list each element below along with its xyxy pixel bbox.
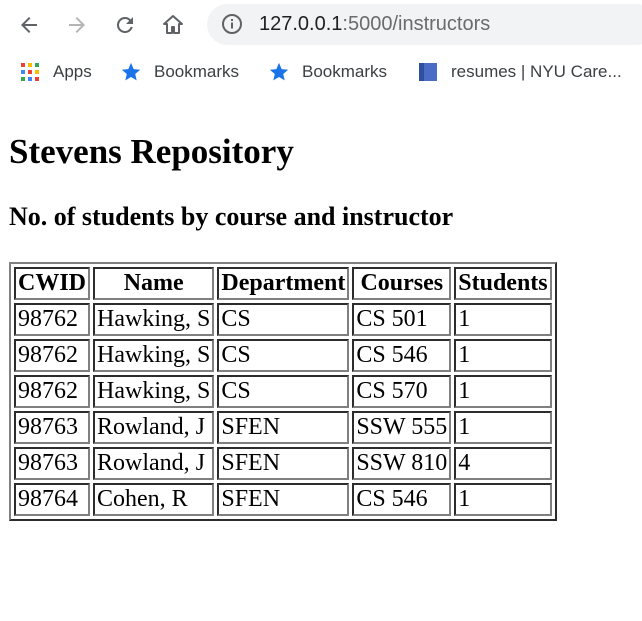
- instructors-table: CWID Name Department Courses Students 98…: [9, 262, 557, 521]
- table-cell: CS 570: [352, 375, 452, 408]
- table-row: 98762 Hawking, S CS CS 501 1: [14, 303, 552, 336]
- bookmark-folder-1[interactable]: Bookmarks: [120, 60, 239, 84]
- home-icon: [163, 15, 183, 34]
- page-content: Stevens Repository No. of students by co…: [9, 128, 453, 231]
- bookmarks-bar: Apps Bookmarks Bookmarks resumes | NYU C…: [0, 52, 642, 92]
- page-title: Stevens Repository: [9, 132, 294, 171]
- table-cell: Hawking, S: [93, 375, 215, 408]
- browser-toolbar: 127.0.0.1:5000/instructors: [0, 0, 642, 50]
- back-button[interactable]: [12, 8, 46, 42]
- bookmark-apps[interactable]: Apps: [19, 60, 92, 84]
- address-bar[interactable]: 127.0.0.1:5000/instructors: [207, 4, 642, 45]
- forward-button[interactable]: [60, 8, 94, 42]
- table-cell: 98762: [14, 339, 91, 372]
- table-row: 98762 Hawking, S CS CS 546 1: [14, 339, 552, 372]
- table-header-row: CWID Name Department Courses Students: [14, 267, 552, 300]
- bookmark-resumes[interactable]: resumes | NYU Care...: [417, 60, 622, 84]
- table-cell: SSW 810: [352, 447, 452, 480]
- table-cell: 1: [454, 339, 552, 372]
- bookmark-page-icon: [417, 61, 439, 83]
- table-cell: 98763: [14, 411, 91, 444]
- table-cell: 98763: [14, 447, 91, 480]
- table-cell: Hawking, S: [93, 339, 215, 372]
- table-cell: SFEN: [217, 483, 350, 516]
- table-cell: CS: [217, 375, 350, 408]
- bookmark-folder-2[interactable]: Bookmarks: [268, 60, 387, 84]
- bookmark-label: resumes | NYU Care...: [451, 62, 622, 81]
- table-cell: SSW 555: [352, 411, 452, 444]
- bookmark-label: Bookmarks: [302, 62, 388, 81]
- star-icon: [268, 61, 290, 83]
- column-header: Courses: [352, 267, 452, 300]
- table-row: 98763 Rowland, J SFEN SSW 555 1: [14, 411, 552, 444]
- reload-button[interactable]: [108, 8, 142, 42]
- table-row: 98764 Cohen, R SFEN CS 546 1: [14, 483, 552, 516]
- table-cell: CS: [217, 339, 350, 372]
- table-cell: 1: [454, 483, 552, 516]
- page-subtitle: No. of students by course and instructor: [9, 202, 454, 231]
- column-header: Name: [93, 267, 215, 300]
- url-text: 127.0.0.1:5000/instructors: [259, 13, 490, 36]
- table-row: 98762 Hawking, S CS CS 570 1: [14, 375, 552, 408]
- forward-arrow-icon: [69, 17, 85, 33]
- column-header: CWID: [14, 267, 91, 300]
- back-arrow-icon: [21, 17, 37, 33]
- table-cell: Rowland, J: [93, 447, 215, 480]
- table-cell: CS: [217, 303, 350, 336]
- table-cell: SFEN: [217, 411, 350, 444]
- home-button[interactable]: [156, 8, 190, 42]
- bookmark-label: Bookmarks: [154, 62, 240, 81]
- column-header: Students: [454, 267, 552, 300]
- table-cell: 4: [454, 447, 552, 480]
- table-cell: 1: [454, 303, 552, 336]
- table-cell: 1: [454, 411, 552, 444]
- table-cell: CS 546: [352, 483, 452, 516]
- table-cell: Hawking, S: [93, 303, 215, 336]
- star-icon: [120, 61, 142, 83]
- info-icon[interactable]: [221, 13, 243, 41]
- table-cell: 98762: [14, 303, 91, 336]
- column-header: Department: [217, 267, 350, 300]
- table-cell: 98764: [14, 483, 91, 516]
- reload-icon: [116, 16, 133, 33]
- table-cell: SFEN: [217, 447, 350, 480]
- table-cell: Cohen, R: [93, 483, 215, 516]
- table-cell: 98762: [14, 375, 91, 408]
- table-cell: Rowland, J: [93, 411, 215, 444]
- table-cell: CS 546: [352, 339, 452, 372]
- table-row: 98763 Rowland, J SFEN SSW 810 4: [14, 447, 552, 480]
- url-host: 127.0.0.1: [259, 13, 343, 35]
- url-path: :5000/instructors: [342, 13, 491, 35]
- apps-grid-icon: [19, 61, 41, 83]
- table-cell: 1: [454, 375, 552, 408]
- table-cell: CS 501: [352, 303, 452, 336]
- bookmark-label: Apps: [53, 62, 92, 81]
